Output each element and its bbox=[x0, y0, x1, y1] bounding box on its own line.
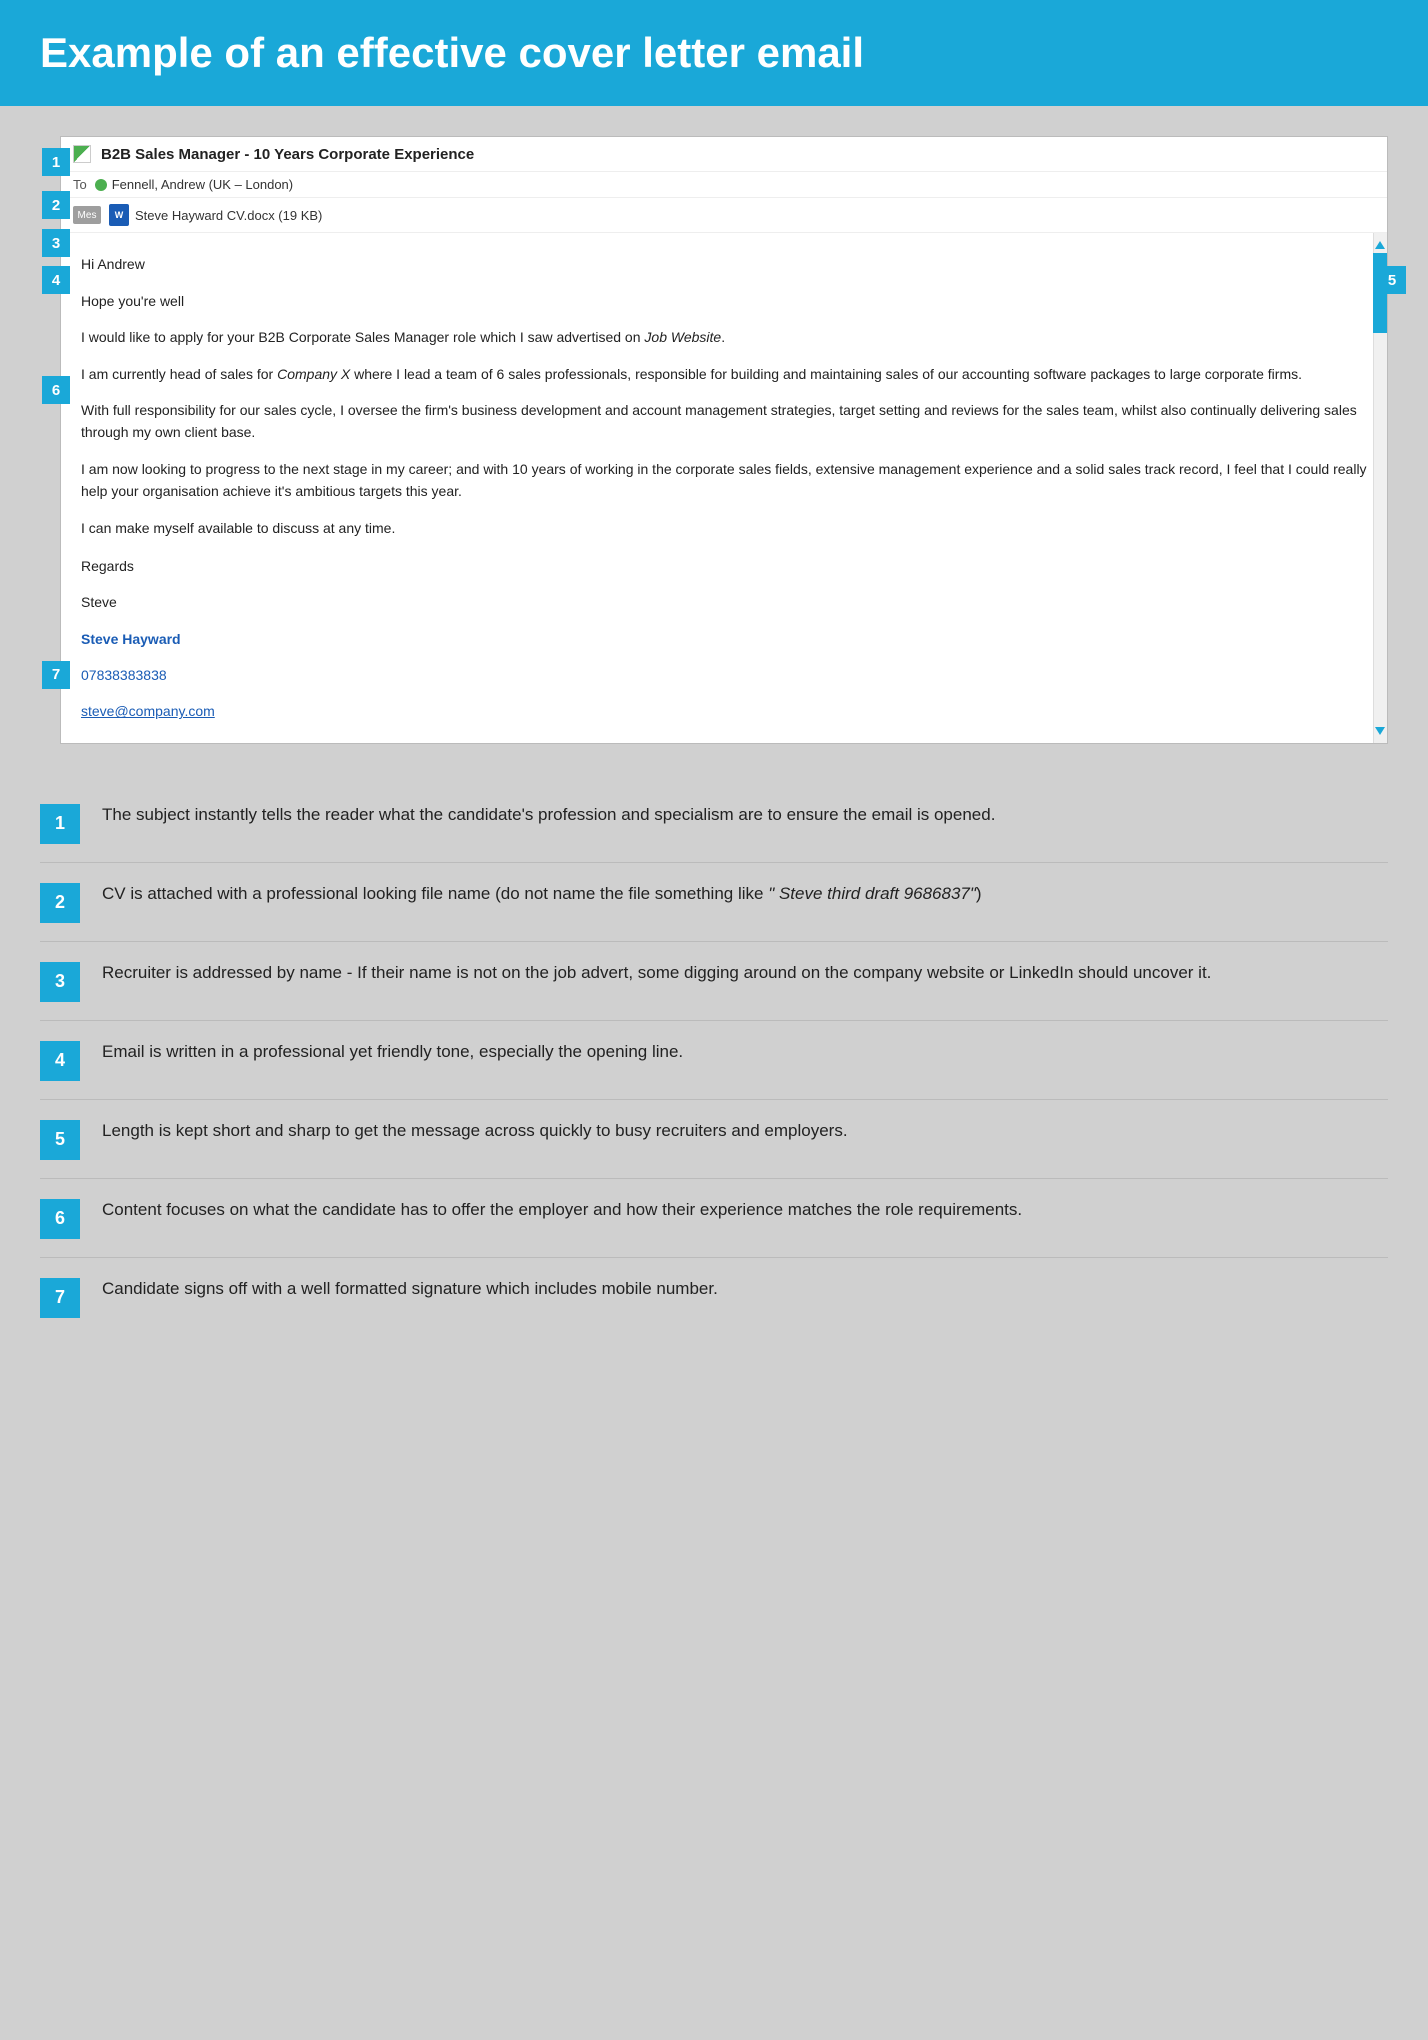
tip-item-3: 3 Recruiter is addressed by name - If th… bbox=[40, 942, 1388, 1021]
italic-website: Job Website bbox=[644, 329, 721, 345]
email-body-para-2: I am currently head of sales for Company… bbox=[81, 363, 1367, 385]
tip-text-3: Recruiter is addressed by name - If thei… bbox=[102, 960, 1388, 986]
scroll-down-icon[interactable] bbox=[1375, 727, 1385, 735]
email-subject: B2B Sales Manager - 10 Years Corporate E… bbox=[101, 146, 474, 163]
sign-name: Steve bbox=[81, 591, 1367, 613]
tip-text-7: Candidate signs off with a well formatte… bbox=[102, 1276, 1388, 1302]
email-body-para-1: I would like to apply for your B2B Corpo… bbox=[81, 326, 1367, 348]
tip-item-7: 7 Candidate signs off with a well format… bbox=[40, 1258, 1388, 1336]
tip-text-2: CV is attached with a professional looki… bbox=[102, 881, 1388, 907]
italic-company: Company X bbox=[277, 366, 350, 382]
tip-badge-5: 5 bbox=[40, 1120, 80, 1160]
tip-item-6: 6 Content focuses on what the candidate … bbox=[40, 1179, 1388, 1258]
page-title: Example of an effective cover letter ema… bbox=[40, 28, 1388, 78]
badge-1: 1 bbox=[42, 148, 70, 176]
email-body-para-5: I can make myself available to discuss a… bbox=[81, 517, 1367, 539]
badge-3: 3 bbox=[42, 229, 70, 257]
badge-2: 2 bbox=[42, 191, 70, 219]
email-attachment-row: Mes W Steve Hayward CV.docx (19 KB) bbox=[61, 198, 1387, 233]
tip-item-2: 2 CV is attached with a professional loo… bbox=[40, 863, 1388, 942]
email-greeting: Hi Andrew bbox=[81, 253, 1367, 275]
message-icon: Mes bbox=[73, 206, 101, 224]
email-subject-row: B2B Sales Manager - 10 Years Corporate E… bbox=[61, 137, 1387, 172]
contact-dot bbox=[95, 179, 107, 191]
email-signature: Regards Steve Steve Hayward 07838383838 … bbox=[81, 555, 1367, 723]
tip-item-4: 4 Email is written in a professional yet… bbox=[40, 1021, 1388, 1100]
tip-item-5: 5 Length is kept short and sharp to get … bbox=[40, 1100, 1388, 1179]
email-client-icon bbox=[73, 145, 91, 163]
scroll-up-icon[interactable] bbox=[1375, 241, 1385, 249]
sig-full-name: Steve Hayward bbox=[81, 628, 1367, 650]
scrollbar[interactable] bbox=[1373, 233, 1387, 742]
badge-4: 4 bbox=[42, 266, 70, 294]
tip-badge-1: 1 bbox=[40, 804, 80, 844]
email-body: Hi Andrew Hope you're well I would like … bbox=[61, 233, 1387, 742]
badge-7: 7 bbox=[42, 661, 70, 689]
email-body-para-3: With full responsibility for our sales c… bbox=[81, 399, 1367, 444]
email-to-row: To Fennell, Andrew (UK – London) bbox=[61, 172, 1387, 198]
email-body-para-4: I am now looking to progress to the next… bbox=[81, 458, 1367, 503]
tip-badge-7: 7 bbox=[40, 1278, 80, 1318]
tip-badge-4: 4 bbox=[40, 1041, 80, 1081]
tips-list: 1 The subject instantly tells the reader… bbox=[40, 784, 1388, 1336]
regards-text: Regards bbox=[81, 555, 1367, 577]
email-wrapper: 1 2 3 4 5 6 7 B2B Sales Manager - 10 Yea… bbox=[60, 136, 1388, 743]
tip-item-1: 1 The subject instantly tells the reader… bbox=[40, 784, 1388, 863]
tip-text-1: The subject instantly tells the reader w… bbox=[102, 802, 1388, 828]
badge-6: 6 bbox=[42, 376, 70, 404]
main-content: 1 2 3 4 5 6 7 B2B Sales Manager - 10 Yea… bbox=[0, 106, 1428, 1375]
to-label: To bbox=[73, 177, 87, 192]
sig-email: steve@company.com bbox=[81, 700, 1367, 722]
attachment-filename: Steve Hayward CV.docx (19 KB) bbox=[135, 208, 322, 223]
email-opening: Hope you're well bbox=[81, 290, 1367, 312]
tip-text-5: Length is kept short and sharp to get th… bbox=[102, 1118, 1388, 1144]
tip-badge-2: 2 bbox=[40, 883, 80, 923]
page-header: Example of an effective cover letter ema… bbox=[0, 0, 1428, 106]
badge-5: 5 bbox=[1378, 266, 1406, 294]
tip-text-6: Content focuses on what the candidate ha… bbox=[102, 1197, 1388, 1223]
email-recipient: Fennell, Andrew (UK – London) bbox=[112, 177, 293, 192]
tip-text-4: Email is written in a professional yet f… bbox=[102, 1039, 1388, 1065]
word-icon: W bbox=[109, 204, 129, 226]
tip-badge-3: 3 bbox=[40, 962, 80, 1002]
email-mockup: B2B Sales Manager - 10 Years Corporate E… bbox=[60, 136, 1388, 743]
sig-phone: 07838383838 bbox=[81, 664, 1367, 686]
tip-badge-6: 6 bbox=[40, 1199, 80, 1239]
